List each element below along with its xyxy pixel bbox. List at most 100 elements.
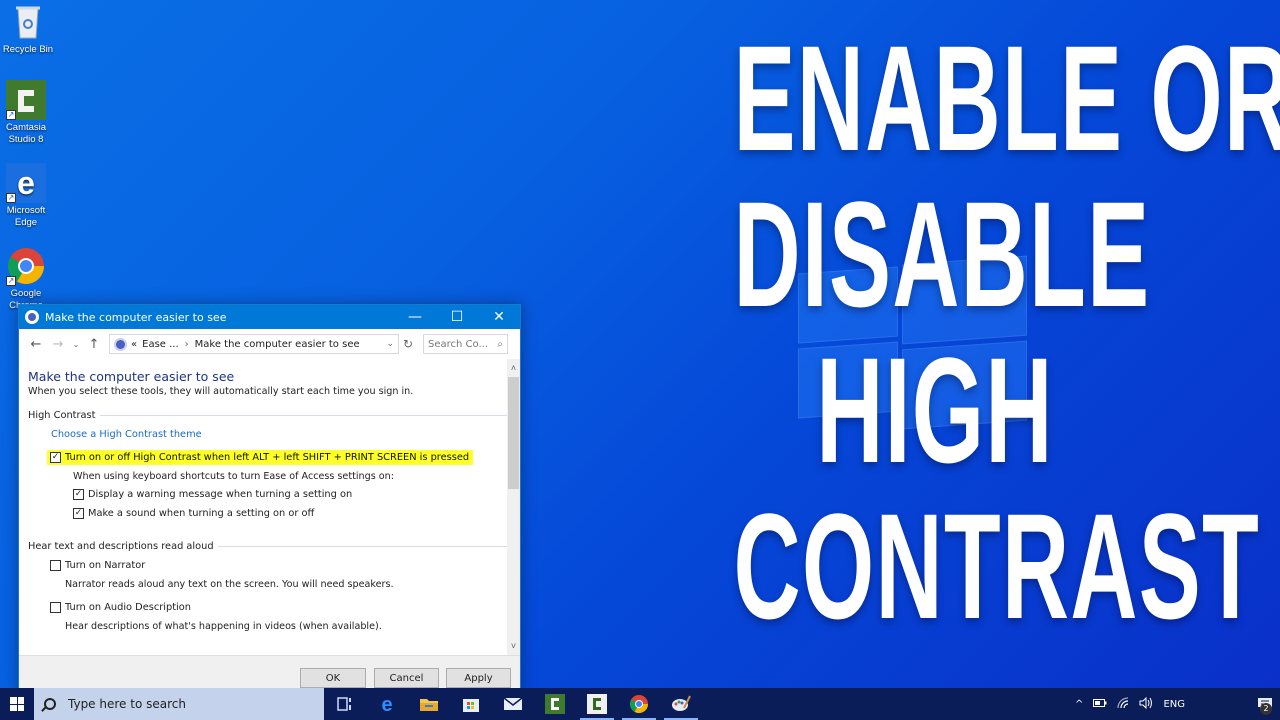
- recent-locations-button[interactable]: ⌄: [69, 340, 83, 349]
- refresh-button[interactable]: ↻: [399, 337, 417, 351]
- headline: ENABLE OR DISABLE HIGH CONTRAST: [733, 14, 1280, 650]
- edge-icon: e: [381, 695, 392, 713]
- svg-text:e: e: [17, 165, 35, 201]
- breadcrumb-separator-icon[interactable]: ›: [185, 339, 189, 350]
- chrome-icon: ↗: [6, 246, 46, 286]
- desktop-icon-label: Microsoft Edge: [6, 205, 46, 228]
- audio-description-checkbox[interactable]: [50, 602, 61, 613]
- headline-line: CONTRAST: [733, 482, 1261, 650]
- high-contrast-shortcut-option[interactable]: ✓ Turn on or off High Contrast when left…: [47, 450, 474, 465]
- search-icon: ⌕: [497, 338, 503, 350]
- audio-description-option[interactable]: Turn on Audio Description: [50, 602, 507, 613]
- wifi-icon[interactable]: [1117, 696, 1129, 712]
- taskbar-paint[interactable]: [660, 688, 702, 720]
- narrator-checkbox[interactable]: [50, 560, 61, 571]
- breadcrumb-current[interactable]: Make the computer easier to see: [195, 339, 360, 350]
- option-label: Display a warning message when turning a…: [88, 489, 353, 500]
- scroll-up-icon[interactable]: ˄: [507, 361, 520, 375]
- desktop-icon-label: Camtasia Studio 8: [5, 122, 47, 145]
- battery-icon[interactable]: [1093, 698, 1107, 710]
- section-title: High Contrast: [28, 410, 96, 421]
- mail-icon: [503, 697, 523, 710]
- scrollbar-thumb[interactable]: [508, 377, 519, 489]
- show-hidden-icons-button[interactable]: ^: [1075, 699, 1083, 710]
- up-button[interactable]: ↑: [83, 337, 105, 352]
- recycle-bin-icon: [8, 2, 48, 42]
- taskbar-store[interactable]: [450, 688, 492, 720]
- warning-message-option[interactable]: ✓ Display a warning message when turning…: [73, 489, 507, 500]
- edge-icon: e ↗: [6, 163, 46, 203]
- task-view-icon: [337, 697, 351, 711]
- taskbar-edge[interactable]: e: [366, 688, 408, 720]
- page-subtitle: When you select these tools, they will a…: [28, 386, 414, 397]
- system-tray: ^ ENG 2: [1070, 688, 1280, 720]
- warning-message-checkbox[interactable]: ✓: [73, 489, 84, 500]
- sound-checkbox[interactable]: ✓: [73, 508, 84, 519]
- choose-theme-link[interactable]: Choose a High Contrast theme: [51, 429, 507, 440]
- chrome-icon: [629, 695, 648, 714]
- action-center-button[interactable]: 2: [1250, 688, 1280, 720]
- taskbar-search-placeholder: Type here to search: [68, 697, 186, 711]
- breadcrumb-overflow[interactable]: «: [131, 339, 137, 350]
- address-dropdown-icon[interactable]: ⌄: [386, 339, 394, 349]
- narrator-option[interactable]: Turn on Narrator: [50, 560, 507, 571]
- desktop-icon-edge[interactable]: e ↗ Microsoft Edge: [0, 163, 54, 229]
- narrator-description: Narrator reads aloud any text on the scr…: [65, 579, 394, 590]
- vertical-scrollbar[interactable]: ˄ ˅: [507, 359, 520, 655]
- close-button[interactable]: ✕: [478, 305, 520, 329]
- desktop-icon-label: Recycle Bin: [2, 44, 54, 55]
- back-button[interactable]: ←: [25, 337, 47, 352]
- page-title: Make the computer easier to see: [28, 369, 235, 384]
- volume-icon[interactable]: [1139, 696, 1153, 712]
- scroll-down-icon[interactable]: ˅: [507, 639, 520, 653]
- desktop-icon-recycle-bin[interactable]: Recycle Bin: [0, 2, 56, 56]
- cancel-button[interactable]: Cancel: [374, 668, 439, 688]
- section-title: Hear text and descriptions read aloud: [28, 541, 214, 552]
- shortcut-note: When using keyboard shortcuts to turn Ea…: [73, 471, 394, 482]
- option-label: Turn on Narrator: [65, 560, 146, 571]
- shortcut-arrow-icon: ↗: [6, 276, 16, 286]
- control-panel-icon: [114, 337, 127, 351]
- shortcut-arrow-icon: ↗: [6, 193, 16, 203]
- desktop-icon-camtasia[interactable]: ↗ Camtasia Studio 8: [0, 80, 54, 146]
- svg-text:e: e: [381, 695, 392, 713]
- windows-logo-icon: [10, 697, 24, 711]
- title-bar[interactable]: Make the computer easier to see — ☐ ✕: [19, 305, 520, 329]
- paint-palette-icon: [672, 695, 691, 711]
- forward-button[interactable]: →: [47, 337, 69, 352]
- taskbar: Type here to search e ^ ENG 2: [0, 688, 1280, 720]
- sound-option[interactable]: ✓ Make a sound when turning a setting on…: [73, 508, 507, 519]
- settings-content: Make the computer easier to see When you…: [19, 359, 507, 655]
- maximize-button[interactable]: ☐: [436, 305, 478, 329]
- search-input[interactable]: Search Co... ⌕: [423, 334, 508, 354]
- taskbar-mail[interactable]: [492, 688, 534, 720]
- section-read-aloud: Hear text and descriptions read aloud: [28, 541, 507, 552]
- headline-line: HIGH: [816, 326, 1054, 494]
- taskbar-file-explorer[interactable]: [408, 688, 450, 720]
- input-language[interactable]: ENG: [1163, 699, 1185, 710]
- store-icon: [463, 699, 479, 712]
- taskbar-camtasia[interactable]: [534, 688, 576, 720]
- option-label: Turn on or off High Contrast when left A…: [65, 452, 470, 463]
- address-bar[interactable]: « Ease ... › Make the computer easier to…: [109, 334, 399, 354]
- task-view-button[interactable]: [324, 688, 366, 720]
- taskbar-search-box[interactable]: Type here to search: [34, 688, 324, 720]
- address-toolbar: ← → ⌄ ↑ « Ease ... › Make the computer e…: [19, 329, 520, 359]
- shortcut-arrow-icon: ↗: [6, 110, 16, 120]
- breadcrumb-ease-of-access[interactable]: Ease ...: [142, 339, 179, 350]
- headline-line: ENABLE OR: [733, 14, 1280, 182]
- audio-description-description: Hear descriptions of what's happening in…: [65, 621, 382, 632]
- ok-button[interactable]: OK: [300, 668, 366, 688]
- start-button[interactable]: [0, 688, 34, 720]
- notification-count-badge: 2: [1260, 703, 1272, 715]
- taskbar-chrome[interactable]: [618, 688, 660, 720]
- ease-of-access-icon: [25, 310, 39, 324]
- camtasia-recorder-icon: [587, 694, 607, 714]
- minimize-button[interactable]: —: [394, 305, 436, 329]
- high-contrast-shortcut-checkbox[interactable]: ✓: [50, 452, 61, 463]
- section-divider: [217, 546, 507, 547]
- search-icon: [44, 698, 56, 710]
- apply-button[interactable]: Apply: [446, 668, 511, 688]
- taskbar-camtasia-recorder[interactable]: [576, 688, 618, 720]
- desktop-icon-chrome[interactable]: ↗ Google Chrome: [0, 246, 54, 312]
